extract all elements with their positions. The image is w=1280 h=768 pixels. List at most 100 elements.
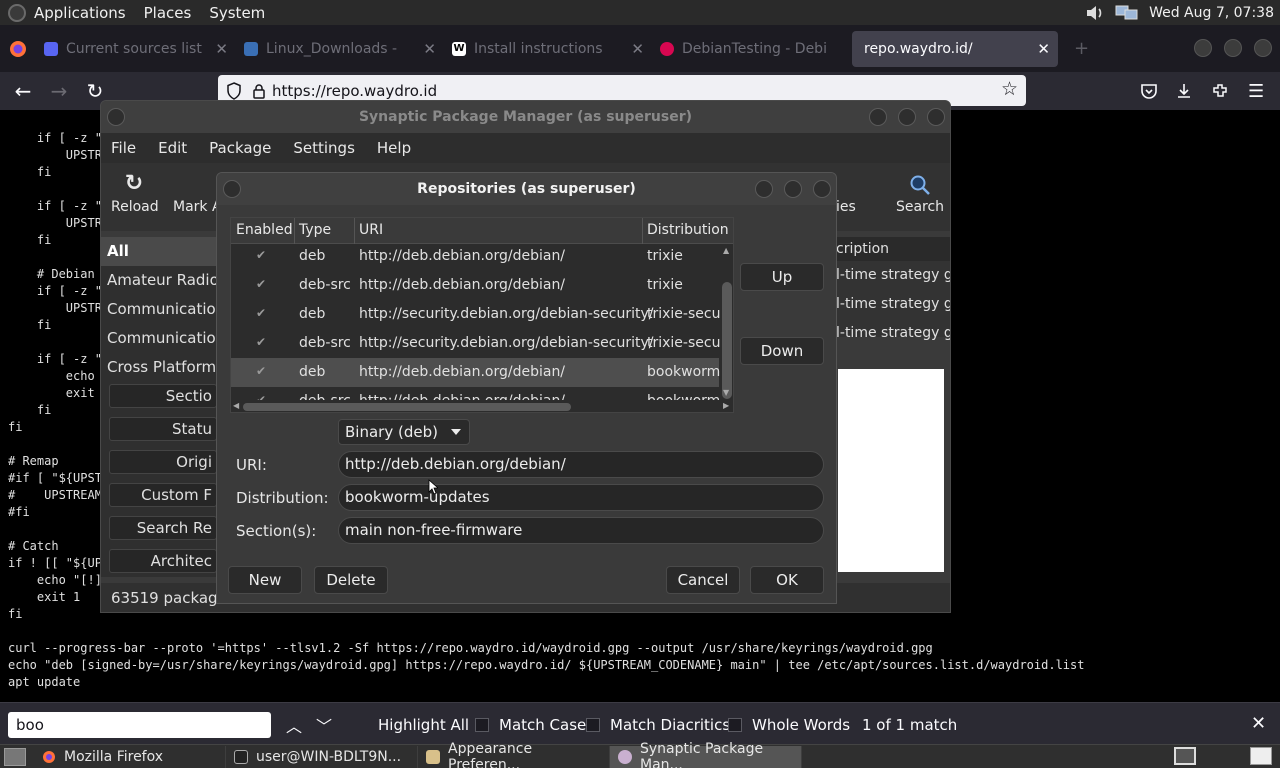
- status-filter-button[interactable]: Statu: [109, 417, 217, 441]
- minimize-button[interactable]: [1194, 39, 1212, 57]
- enabled-checkbox[interactable]: ✔: [256, 335, 266, 349]
- down-button[interactable]: Down: [740, 337, 824, 365]
- bookmark-star-icon[interactable]: ☆: [1001, 78, 1018, 100]
- enabled-checkbox[interactable]: ✔: [256, 364, 266, 378]
- maximize-button[interactable]: [784, 180, 802, 198]
- close-tab-icon[interactable]: ✕: [215, 40, 228, 58]
- tab-install-instructions[interactable]: W Install instructions ✕: [444, 31, 652, 67]
- volume-icon[interactable]: [1085, 4, 1105, 22]
- match-case-checkbox[interactable]: Match Case: [475, 716, 586, 734]
- scroll-up-arrow-icon[interactable]: ▲: [723, 246, 729, 255]
- properties-button[interactable]: ies: [836, 169, 862, 215]
- search-button[interactable]: Search: [895, 169, 945, 215]
- maximize-button[interactable]: [898, 108, 916, 126]
- column-type[interactable]: Type: [299, 222, 331, 238]
- task-synaptic[interactable]: Synaptic Package Man...: [610, 741, 802, 768]
- shield-icon[interactable]: [226, 81, 242, 100]
- scroll-down-arrow-icon[interactable]: ▼: [723, 388, 729, 397]
- minimize-button[interactable]: [869, 108, 887, 126]
- window-menu-button[interactable]: [107, 108, 125, 126]
- up-button[interactable]: Up: [740, 263, 824, 291]
- task-firefox[interactable]: Mozilla Firefox: [34, 745, 226, 768]
- maximize-button[interactable]: [1224, 39, 1242, 57]
- close-tab-icon[interactable]: ✕: [1037, 40, 1050, 58]
- workspace-switcher-icon[interactable]: [1174, 747, 1196, 765]
- scroll-right-arrow-icon[interactable]: ▶: [723, 401, 729, 410]
- places-menu[interactable]: Places: [144, 4, 192, 22]
- ok-button[interactable]: OK: [750, 566, 824, 594]
- highlight-all-checkbox[interactable]: Highlight All: [378, 716, 469, 734]
- mark-all-upgrades-button[interactable]: Mark A: [173, 169, 217, 215]
- new-button[interactable]: New: [228, 566, 302, 594]
- clock[interactable]: Wed Aug 7, 07:38: [1149, 5, 1274, 21]
- sections-filter-button[interactable]: Sectio: [109, 384, 217, 408]
- column-enabled[interactable]: Enabled: [236, 222, 293, 238]
- menu-edit[interactable]: Edit: [158, 139, 187, 157]
- close-tab-icon[interactable]: ✕: [631, 40, 644, 58]
- distribution-field[interactable]: bookworm-updates: [338, 484, 824, 511]
- search-results-button[interactable]: Search Re: [109, 516, 217, 540]
- menu-help[interactable]: Help: [377, 139, 411, 157]
- column-uri[interactable]: URI: [359, 222, 383, 238]
- close-tab-icon[interactable]: ✕: [423, 40, 436, 58]
- menu-package[interactable]: Package: [209, 139, 271, 157]
- find-previous-icon[interactable]: ︿: [286, 713, 302, 737]
- origin-filter-button[interactable]: Origi: [109, 450, 217, 474]
- scrollbar-thumb[interactable]: [722, 282, 732, 399]
- url-text[interactable]: https://repo.waydro.id: [272, 82, 437, 100]
- column-distribution[interactable]: Distribution: [647, 222, 729, 238]
- tab-repo-waydroid[interactable]: repo.waydro.id/ ✕: [852, 30, 1058, 67]
- whole-words-checkbox[interactable]: Whole Words: [728, 716, 850, 734]
- applications-menu[interactable]: Applications: [34, 4, 126, 22]
- debian-swirl-icon[interactable]: [8, 3, 26, 22]
- enabled-checkbox[interactable]: ✔: [256, 248, 266, 262]
- category-item[interactable]: Amateur Radio: [101, 266, 217, 295]
- category-item[interactable]: Communication (: [101, 324, 217, 353]
- custom-filters-button[interactable]: Custom F: [109, 483, 217, 507]
- table-row[interactable]: ✔ deb http://deb.debian.org/debian/bookwor…: [231, 358, 720, 387]
- close-window-button[interactable]: [927, 108, 945, 126]
- find-input[interactable]: boo: [8, 712, 271, 738]
- extensions-icon[interactable]: [1211, 82, 1229, 100]
- uri-field[interactable]: http://deb.debian.org/debian/: [338, 451, 824, 478]
- show-desktop-icon[interactable]: [4, 747, 26, 766]
- scroll-left-arrow-icon[interactable]: ◀: [233, 401, 239, 410]
- tab-current-sources[interactable]: Current sources list ✕: [36, 31, 236, 67]
- category-item[interactable]: Communication: [101, 295, 217, 324]
- reload-button[interactable]: ↻ Reload: [111, 169, 159, 215]
- cancel-button[interactable]: Cancel: [666, 566, 740, 594]
- close-window-button[interactable]: [813, 180, 831, 198]
- horizontal-scrollbar[interactable]: ◀ ▶: [231, 400, 733, 412]
- delete-button[interactable]: Delete: [314, 566, 388, 594]
- pocket-icon[interactable]: [1140, 82, 1158, 100]
- tab-linux-downloads[interactable]: Linux_Downloads - ✕: [236, 31, 444, 67]
- description-column-header[interactable]: cription: [836, 237, 950, 261]
- task-terminal[interactable]: user@WIN-BDLT9N...: [226, 745, 418, 768]
- package-row[interactable]: l-time strategy ga: [836, 319, 950, 348]
- download-icon[interactable]: [1175, 82, 1193, 100]
- tab-debian-testing[interactable]: DebianTesting - Debi: [652, 31, 852, 67]
- table-row[interactable]: ✔ deb http://deb.debian.org/debian/trixie: [231, 242, 719, 271]
- table-row[interactable]: ✔ deb-src http://security.debian.org/debia…: [231, 329, 726, 358]
- table-row[interactable]: ✔ deb-src http://deb.debian.org/debian/tri…: [231, 271, 719, 300]
- category-item[interactable]: Cross Platform: [101, 353, 217, 382]
- find-next-icon[interactable]: ﹀: [316, 713, 332, 737]
- trash-icon[interactable]: [1250, 747, 1272, 765]
- menu-settings[interactable]: Settings: [293, 139, 355, 157]
- back-arrow-icon[interactable]: ←: [10, 78, 36, 104]
- lock-icon[interactable]: [252, 83, 266, 99]
- category-item[interactable]: All: [101, 237, 217, 266]
- task-appearance[interactable]: Appearance Preferen...: [418, 741, 610, 768]
- type-dropdown[interactable]: Binary (deb): [338, 419, 470, 445]
- enabled-checkbox[interactable]: ✔: [256, 277, 266, 291]
- package-row[interactable]: l-time strategy ga: [836, 261, 950, 290]
- firefox-menu-icon[interactable]: [0, 25, 36, 72]
- sections-field[interactable]: main non-free-firmware: [338, 517, 824, 544]
- minimize-button[interactable]: [755, 180, 773, 198]
- system-menu[interactable]: System: [209, 4, 265, 22]
- hamburger-menu-icon[interactable]: ☰: [1248, 81, 1264, 102]
- close-findbar-icon[interactable]: ✕: [1251, 713, 1266, 734]
- architecture-button[interactable]: Architec: [109, 549, 217, 573]
- new-tab-button[interactable]: +: [1074, 38, 1089, 59]
- enabled-checkbox[interactable]: ✔: [256, 306, 266, 320]
